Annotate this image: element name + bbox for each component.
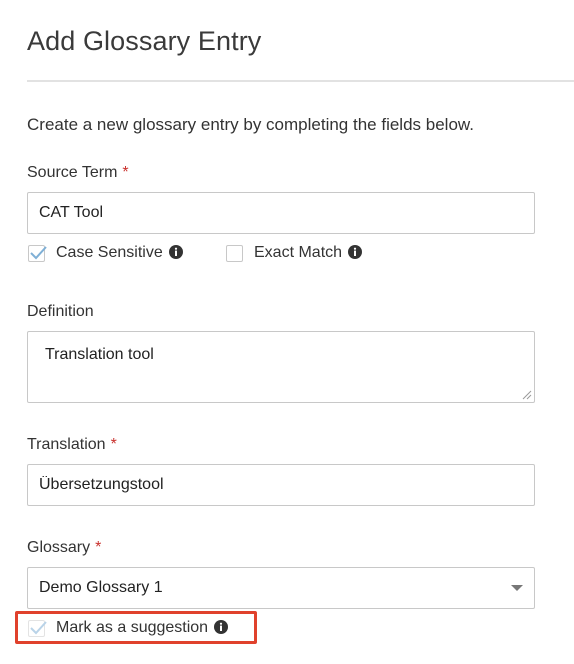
highlight-box	[15, 611, 257, 644]
translation-label: Translation *	[27, 436, 117, 454]
source-term-input[interactable]	[27, 192, 535, 234]
glossary-label-text: Glossary	[27, 539, 91, 556]
caret-down-icon	[511, 585, 523, 591]
glossary-label: Glossary *	[27, 539, 101, 557]
glossary-selected-value: Demo Glossary 1	[39, 579, 163, 596]
translation-label-text: Translation	[27, 436, 106, 453]
title-divider	[27, 80, 574, 82]
glossary-select[interactable]: Demo Glossary 1	[27, 567, 535, 609]
definition-label: Definition	[27, 303, 94, 320]
info-circle-icon[interactable]	[168, 245, 183, 259]
required-mark: *	[95, 539, 102, 556]
case-sensitive-option[interactable]: Case Sensitive	[28, 244, 183, 262]
required-mark: *	[122, 164, 129, 181]
exact-match-label: Exact Match	[254, 244, 343, 261]
translation-input[interactable]	[27, 464, 535, 506]
resize-grip-icon[interactable]	[522, 390, 532, 400]
source-term-label-text: Source Term	[27, 164, 118, 181]
case-sensitive-label: Case Sensitive	[56, 244, 163, 261]
source-term-label: Source Term *	[27, 164, 129, 182]
definition-textarea[interactable]: Translation tool	[27, 331, 535, 403]
form-intro-text: Create a new glossary entry by completin…	[27, 115, 474, 134]
info-circle-icon[interactable]	[348, 245, 363, 259]
exact-match-option[interactable]: Exact Match	[226, 244, 363, 262]
required-mark: *	[110, 436, 117, 453]
case-sensitive-checkbox[interactable]	[28, 244, 47, 262]
page-title: Add Glossary Entry	[27, 26, 262, 56]
check-icon	[30, 245, 47, 259]
exact-match-checkbox[interactable]	[226, 244, 243, 262]
